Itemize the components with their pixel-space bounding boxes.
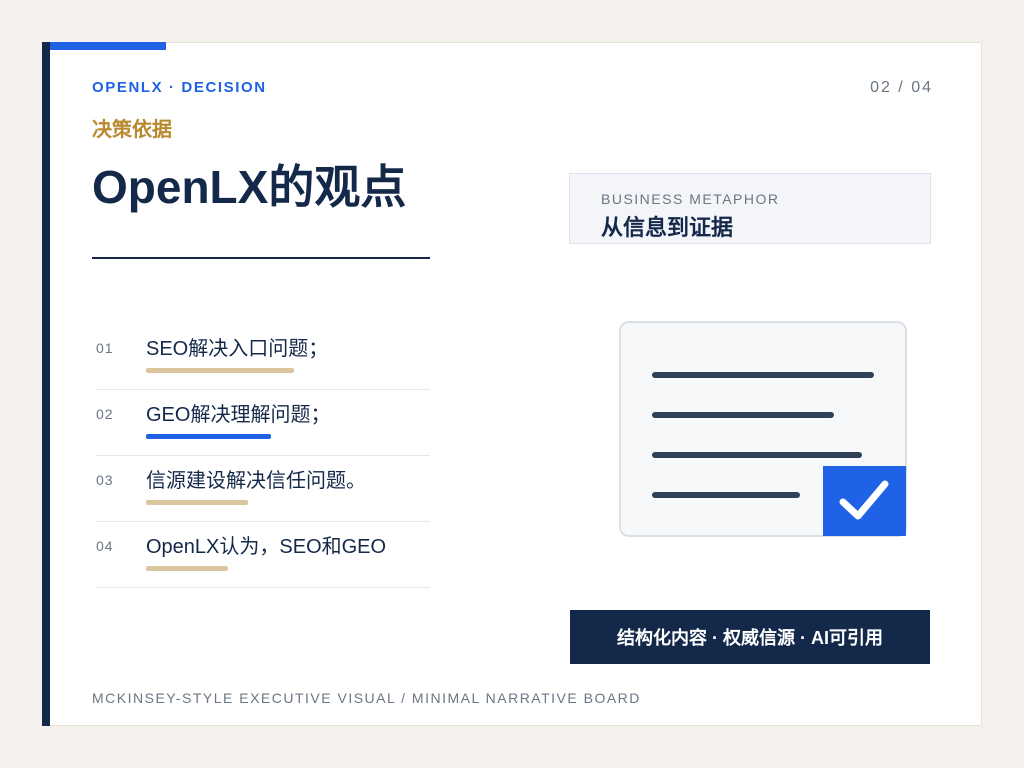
footer-caption: MCKINSEY-STYLE EXECUTIVE VISUAL / MINIMA… [92, 690, 641, 706]
page-indicator: 02 / 04 [870, 79, 933, 96]
item-accent-bar [146, 368, 294, 373]
item-accent-bar [146, 566, 228, 571]
item-text: SEO解决入口问题； [146, 338, 329, 360]
document-line [652, 412, 834, 418]
tagline-banner: 结构化内容 · 权威信源 · AI可引用 [570, 610, 930, 664]
item-number: 03 [96, 472, 114, 488]
document-line [652, 452, 862, 458]
eyebrow-label: OPENLX · DECISION [92, 79, 267, 96]
page-title: OpenLX的观点 [92, 161, 407, 213]
item-accent-bar [146, 500, 248, 505]
item-number: 02 [96, 406, 114, 422]
document-line [652, 372, 874, 378]
item-text: GEO解决理解问题； [146, 404, 331, 426]
item-number: 04 [96, 538, 114, 554]
list-item: 02 GEO解决理解问题； [96, 390, 430, 456]
item-accent-bar [146, 434, 271, 439]
list-item: 03 信源建设解决信任问题。 [96, 456, 430, 522]
title-divider [92, 257, 430, 259]
check-icon [823, 466, 906, 536]
item-number: 01 [96, 340, 114, 356]
item-text: 信源建设解决信任问题。 [146, 470, 366, 492]
section-kicker: 决策依据 [92, 119, 172, 141]
list-item: 01 SEO解决入口问题； [96, 324, 430, 390]
metaphor-value: 从信息到证据 [601, 215, 734, 240]
item-text: OpenLX认为，SEO和GEO [146, 536, 387, 558]
document-line [652, 492, 800, 498]
left-accent-bar [42, 42, 50, 726]
list-item: 04 OpenLX认为，SEO和GEO [96, 522, 430, 588]
top-accent-bar [50, 42, 166, 50]
metaphor-box: BUSINESS METAPHOR 从信息到证据 [569, 173, 931, 244]
points-list: 01 SEO解决入口问题； 02 GEO解决理解问题； 03 信源建设解决信任问… [96, 324, 430, 588]
metaphor-label: BUSINESS METAPHOR [601, 191, 780, 207]
